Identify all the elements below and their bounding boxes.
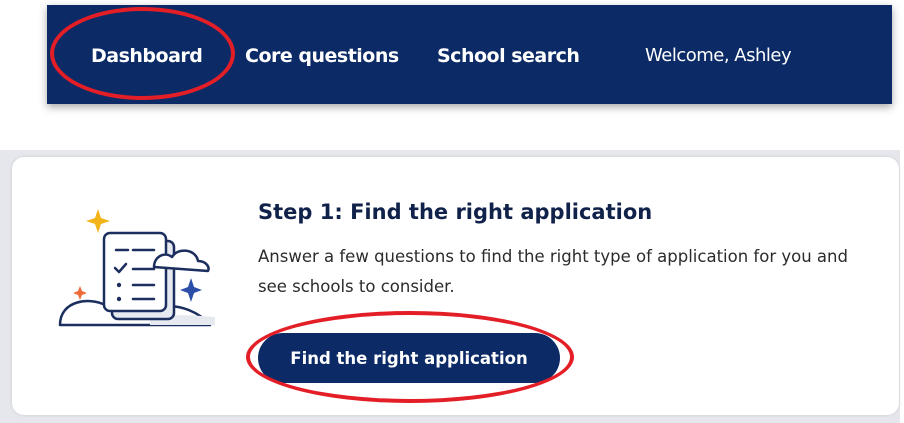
nav-school-search[interactable]: School search bbox=[437, 45, 580, 67]
welcome-user[interactable]: Welcome, Ashley bbox=[645, 45, 792, 66]
step-title: Step 1: Find the right application bbox=[258, 200, 653, 224]
find-application-button[interactable]: Find the right application bbox=[258, 333, 560, 383]
top-nav-bar: Dashboard Core questions School search W… bbox=[47, 5, 892, 104]
checklist-clouds-icon bbox=[58, 209, 215, 327]
step-description: Answer a few questions to find the right… bbox=[258, 247, 848, 296]
nav-core-questions[interactable]: Core questions bbox=[245, 45, 399, 67]
nav-dashboard[interactable]: Dashboard bbox=[91, 45, 203, 67]
